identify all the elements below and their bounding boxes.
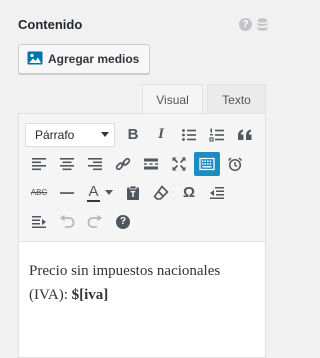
content-text: Precio sin impuestos nacionales (IVA): [29, 263, 221, 303]
align-center-icon [60, 157, 74, 170]
toolbar-row-4: ? [25, 207, 261, 236]
read-more-icon [144, 158, 158, 169]
help-button[interactable]: ? [109, 208, 137, 236]
blockquote-button[interactable] [231, 121, 259, 149]
undo-icon [60, 214, 75, 228]
media-icon [27, 51, 43, 68]
format-select[interactable]: Párrafo [25, 122, 115, 147]
italic-icon: I [158, 126, 164, 142]
add-media-label: Agregar medios [48, 52, 140, 66]
add-media-button[interactable]: Agregar medios [18, 44, 151, 74]
redo-button[interactable] [81, 208, 109, 236]
special-character-button[interactable]: Ω [175, 179, 203, 207]
bullet-list-icon [182, 128, 196, 141]
redo-icon [87, 214, 102, 228]
italic-button[interactable]: I [147, 121, 175, 149]
fullscreen-button[interactable] [165, 150, 193, 178]
content-bold-text: $[iva] [71, 287, 109, 303]
bullet-list-button[interactable] [175, 121, 203, 149]
chevron-down-icon [105, 190, 113, 195]
section-title: Contenido [18, 17, 83, 32]
format-select-value: Párrafo [35, 127, 75, 142]
toolbar-row-1: Párrafo B I [25, 120, 261, 149]
read-more-button[interactable] [137, 150, 165, 178]
eraser-icon [153, 184, 169, 200]
blockquote-icon [238, 129, 252, 140]
align-left-button[interactable] [25, 150, 53, 178]
paste-text-button[interactable] [119, 179, 147, 207]
link-icon [115, 157, 131, 170]
align-left-icon [32, 157, 46, 170]
strikethrough-icon: ABC [30, 188, 48, 197]
clipboard-icon [127, 185, 139, 200]
editor-toolbar: Párrafo B I ABC A Ω ? [19, 114, 265, 242]
editor: Párrafo B I ABC A Ω ? Precio sin impuest… [18, 113, 266, 358]
help-icon: ? [116, 214, 130, 229]
keyboard-icon [199, 157, 215, 170]
bold-icon: B [127, 126, 139, 143]
indent-button[interactable] [25, 208, 53, 236]
omega-icon: Ω [182, 184, 196, 201]
toolbar-row-3: ABC A Ω [25, 178, 261, 207]
align-center-button[interactable] [53, 150, 81, 178]
help-icon[interactable]: ? [239, 18, 252, 31]
outdent-icon [210, 186, 224, 199]
bold-button[interactable]: B [119, 121, 147, 149]
toolbar-row-2 [25, 149, 261, 178]
horizontal-line-button[interactable] [53, 179, 81, 207]
tab-visual[interactable]: Visual [142, 84, 203, 114]
alarm-clock-icon [227, 156, 243, 171]
horizontal-line-icon [60, 191, 74, 194]
outdent-button[interactable] [203, 179, 231, 207]
clear-formatting-button[interactable] [147, 179, 175, 207]
numbered-list-icon [209, 128, 224, 142]
text-color-glyph: A [88, 182, 99, 200]
align-right-icon [88, 157, 102, 170]
link-button[interactable] [109, 150, 137, 178]
text-color-button[interactable]: A [81, 179, 119, 207]
numbered-list-button[interactable] [203, 121, 231, 149]
clock-button[interactable] [221, 150, 249, 178]
database-icon[interactable] [257, 18, 268, 37]
editor-content[interactable]: Precio sin impuestos nacionales (IVA): $… [19, 242, 265, 324]
indent-icon [32, 215, 46, 228]
text-color-icon: A [87, 184, 100, 202]
strikethrough-button[interactable]: ABC [25, 179, 53, 207]
tab-text[interactable]: Texto [207, 84, 266, 114]
chevron-down-icon [101, 132, 109, 137]
toolbar-toggle-button[interactable] [194, 151, 220, 176]
header-icons: ? [239, 18, 268, 37]
align-right-button[interactable] [81, 150, 109, 178]
undo-button[interactable] [53, 208, 81, 236]
fullscreen-icon [172, 156, 186, 171]
